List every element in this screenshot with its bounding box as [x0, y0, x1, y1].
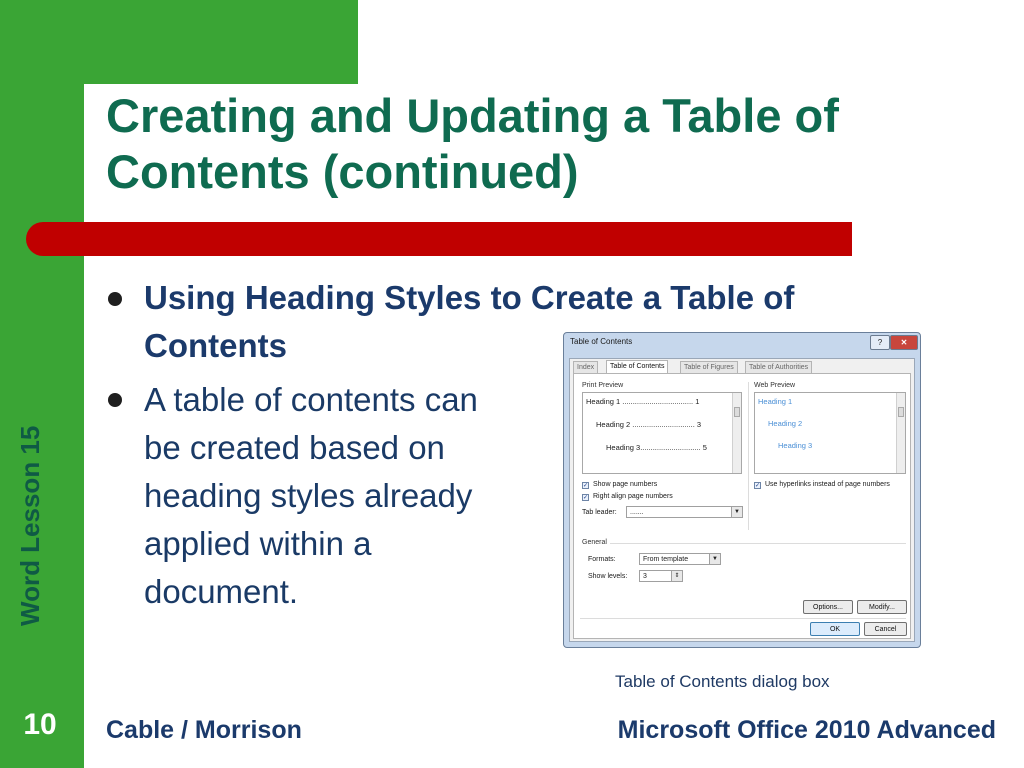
print-preview-heading-1: Heading 1 ..............................…: [586, 397, 700, 406]
figure-caption: Table of Contents dialog box: [615, 672, 830, 691]
bullet-body: A table of contents can be created based…: [144, 381, 478, 610]
top-green-band: [84, 0, 358, 84]
use-hyperlinks-checkbox[interactable]: ✓: [754, 482, 761, 489]
bullet-dot: [108, 292, 122, 306]
show-levels-label: Show levels:: [588, 573, 628, 580]
tab-leader-select[interactable]: ....... ▼: [626, 506, 743, 518]
show-levels-spinner[interactable]: 3 ⇕: [639, 570, 683, 582]
web-preview-scrollbar[interactable]: [896, 393, 905, 473]
print-preview-box[interactable]: Heading 1 ..............................…: [582, 392, 742, 474]
web-preview-heading-1[interactable]: Heading 1: [758, 397, 792, 406]
print-preview-heading-3: Heading 3............................. 5: [606, 443, 707, 452]
slide-title: Creating and Updating a Table of Content…: [106, 89, 839, 198]
scroll-thumb[interactable]: [898, 407, 904, 417]
print-preview-heading-2: Heading 2 ..............................…: [596, 420, 702, 429]
tab-leader-value: .......: [630, 509, 644, 516]
help-button[interactable]: ?: [870, 335, 890, 350]
general-label: General: [582, 539, 607, 546]
spinner-arrows-icon[interactable]: ⇕: [671, 571, 682, 581]
footer-course: Microsoft Office 2010 Advanced: [617, 716, 996, 744]
right-align-checkbox[interactable]: ✓: [582, 494, 589, 501]
show-levels-value: 3: [643, 573, 647, 580]
options-button[interactable]: Options...: [803, 600, 853, 614]
show-page-numbers-label: Show page numbers: [593, 481, 658, 488]
page-number: 10: [23, 708, 57, 741]
modify-button[interactable]: Modify...: [857, 600, 907, 614]
web-preview-heading-2[interactable]: Heading 2: [768, 419, 802, 428]
scroll-thumb[interactable]: [734, 407, 740, 417]
show-page-numbers-checkbox[interactable]: ✓: [582, 482, 589, 489]
web-preview-label: Web Preview: [754, 382, 796, 389]
formats-label: Formats:: [588, 556, 616, 563]
right-align-label: Right align page numbers: [593, 493, 673, 500]
print-preview-scrollbar[interactable]: [732, 393, 741, 473]
web-preview-heading-3[interactable]: Heading 3: [778, 441, 812, 450]
left-green-band: [0, 0, 84, 768]
dialog-body: Index Table of Contents Table of Figures…: [569, 358, 915, 642]
close-button[interactable]: ✕: [890, 335, 918, 350]
bullet-dot: [108, 393, 122, 407]
chevron-down-icon: ▼: [731, 507, 742, 517]
tab-leader-label: Tab leader:: [582, 509, 617, 516]
tab-table-of-authorities[interactable]: Table of Authorities: [745, 361, 813, 373]
red-divider-bar: [26, 222, 852, 256]
print-preview-label: Print Preview: [582, 382, 624, 389]
tab-panel: Print Preview Heading 1 ................…: [573, 373, 911, 639]
general-divider: [610, 543, 906, 544]
button-divider: [580, 618, 906, 619]
formats-value: From template: [643, 556, 689, 563]
section-divider: [748, 382, 749, 530]
use-hyperlinks-label: Use hyperlinks instead of page numbers: [765, 481, 890, 488]
toc-dialog: Table of Contents ? ✕ Index Table of Con…: [563, 332, 921, 648]
formats-select[interactable]: From template ▼: [639, 553, 721, 565]
tab-index[interactable]: Index: [573, 361, 599, 373]
tab-table-of-figures[interactable]: Table of Figures: [680, 361, 738, 373]
web-preview-box[interactable]: Heading 1 Heading 2 Heading 3: [754, 392, 906, 474]
ok-button[interactable]: OK: [810, 622, 860, 636]
tab-table-of-contents[interactable]: Table of Contents: [606, 360, 669, 374]
footer-authors: Cable / Morrison: [106, 716, 302, 744]
chevron-down-icon: ▼: [709, 554, 720, 564]
side-label: Word Lesson 15: [15, 425, 45, 626]
dialog-title: Table of Contents: [570, 337, 633, 346]
cancel-button[interactable]: Cancel: [864, 622, 907, 636]
